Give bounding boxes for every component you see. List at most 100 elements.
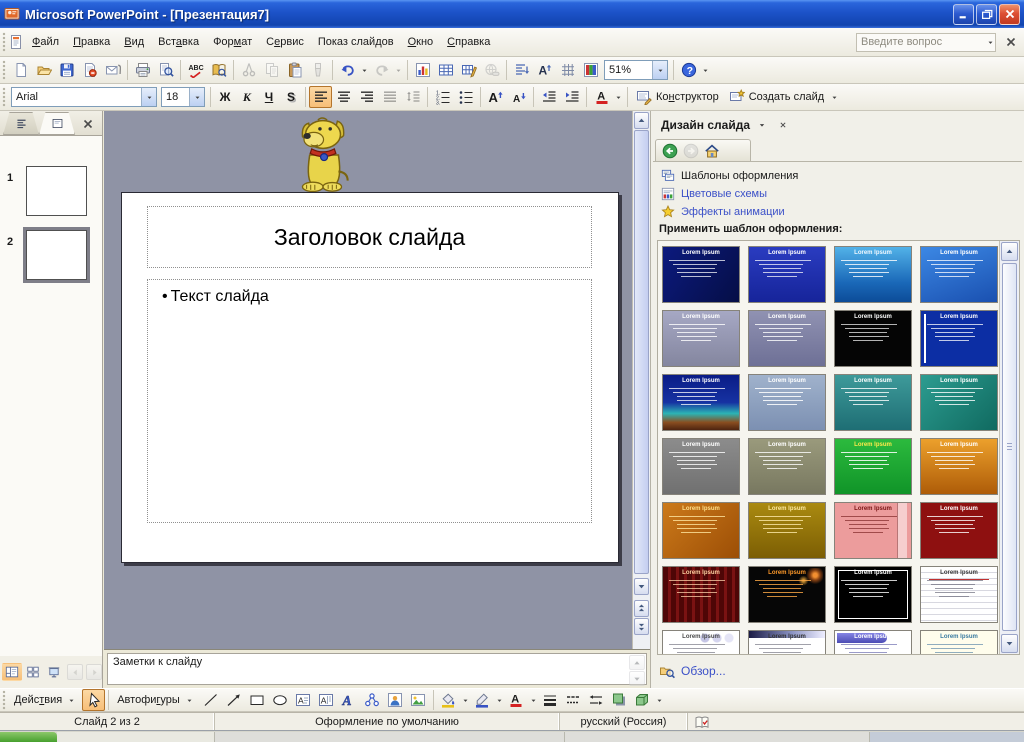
toolbar-grip[interactable] bbox=[2, 32, 6, 52]
decrease-indent-button[interactable] bbox=[537, 86, 560, 108]
line-button[interactable] bbox=[200, 689, 223, 711]
expand-all-button[interactable] bbox=[510, 59, 533, 81]
normal-view-button[interactable] bbox=[2, 663, 22, 681]
mail-recipient-button[interactable] bbox=[101, 59, 124, 81]
bold-button[interactable]: Ж bbox=[214, 86, 236, 108]
bullets-button[interactable] bbox=[454, 86, 477, 108]
rectangle-button[interactable] bbox=[246, 689, 269, 711]
body-placeholder[interactable]: • Текст слайда bbox=[147, 279, 592, 523]
diagram-button[interactable] bbox=[361, 689, 384, 711]
scroll-thumb[interactable] bbox=[634, 130, 649, 574]
start-button-edge[interactable] bbox=[0, 732, 57, 742]
vertical-text-box-button[interactable]: А bbox=[315, 689, 338, 711]
show-formatting-button[interactable]: А bbox=[533, 59, 556, 81]
question-box[interactable]: Введите вопрос bbox=[856, 32, 996, 52]
next-slide-button[interactable] bbox=[634, 618, 649, 635]
undo-dropdown[interactable] bbox=[359, 59, 370, 81]
slide-thumbnail-1[interactable] bbox=[26, 166, 87, 216]
design-template-thumbnail[interactable]: Lorem Ipsum bbox=[662, 438, 740, 495]
insert-chart-button[interactable] bbox=[411, 59, 434, 81]
line-style-button[interactable] bbox=[539, 689, 562, 711]
slide-show-button[interactable] bbox=[44, 663, 64, 681]
font-combobox[interactable]: Arial bbox=[11, 87, 157, 107]
font-size-combobox[interactable]: 18 bbox=[161, 87, 205, 107]
threed-style-button[interactable] bbox=[631, 689, 654, 711]
fill-color-button[interactable] bbox=[437, 689, 460, 711]
design-template-thumbnail[interactable]: Lorem Ipsum bbox=[834, 246, 912, 303]
document-close-button[interactable] bbox=[1002, 33, 1020, 51]
previous-slide-button[interactable] bbox=[634, 600, 649, 617]
gallery-scroll-up-button[interactable] bbox=[1001, 242, 1018, 261]
insert-table-button[interactable] bbox=[434, 59, 457, 81]
print-button[interactable] bbox=[131, 59, 154, 81]
slide-canvas[interactable]: Заголовок слайда • Текст слайда bbox=[121, 192, 619, 563]
gallery-scroll-down-button[interactable] bbox=[1001, 634, 1018, 653]
design-template-thumbnail[interactable]: Lorem Ipsum bbox=[920, 566, 998, 623]
slide-thumbnail-2[interactable] bbox=[23, 227, 90, 283]
zoom-dropdown[interactable] bbox=[652, 61, 667, 79]
browse-link[interactable]: Обзор... bbox=[659, 663, 726, 679]
taskbar-button[interactable] bbox=[215, 732, 565, 742]
design-template-thumbnail[interactable]: Lorem Ipsum bbox=[920, 438, 998, 495]
home-button[interactable] bbox=[702, 142, 721, 161]
fill-color-dropdown[interactable] bbox=[460, 689, 471, 711]
notes-input[interactable]: Заметки к слайду bbox=[107, 653, 647, 686]
question-dropdown[interactable] bbox=[986, 38, 995, 47]
autoshapes-dropdown[interactable] bbox=[184, 689, 195, 711]
menu-slideshow[interactable]: Показ слайдов bbox=[311, 32, 401, 52]
restore-button[interactable] bbox=[976, 3, 997, 25]
animation-effects-link[interactable]: Эффекты анимации bbox=[661, 203, 1018, 221]
design-template-thumbnail[interactable]: Lorem Ipsum bbox=[662, 374, 740, 431]
toolbar-options-button[interactable] bbox=[700, 59, 711, 81]
toolbar-options-button[interactable] bbox=[654, 689, 665, 711]
picture-button[interactable] bbox=[407, 689, 430, 711]
align-center-button[interactable] bbox=[332, 86, 355, 108]
draw-menu-dropdown[interactable] bbox=[66, 689, 77, 711]
menu-insert[interactable]: Вставка bbox=[151, 32, 206, 52]
new-button[interactable] bbox=[9, 59, 32, 81]
slide-design-button[interactable]: Конструктор bbox=[631, 86, 724, 108]
font-color-dropdown[interactable] bbox=[613, 86, 624, 108]
select-objects-button[interactable] bbox=[82, 689, 106, 711]
decrease-font-button[interactable]: A bbox=[507, 86, 530, 108]
menu-window[interactable]: Окно bbox=[401, 32, 441, 52]
design-template-thumbnail[interactable]: Lorem Ipsum bbox=[834, 630, 912, 654]
close-button[interactable] bbox=[999, 3, 1020, 25]
oval-button[interactable] bbox=[269, 689, 292, 711]
minimize-button[interactable] bbox=[953, 3, 974, 25]
taskbar-button[interactable] bbox=[565, 732, 870, 742]
back-button[interactable] bbox=[660, 142, 679, 161]
toolbar-grip[interactable] bbox=[2, 87, 6, 107]
increase-font-button[interactable]: A bbox=[484, 86, 507, 108]
design-template-thumbnail[interactable]: Lorem Ipsum bbox=[662, 246, 740, 303]
design-template-thumbnail[interactable]: Lorem Ipsum bbox=[834, 374, 912, 431]
menu-format[interactable]: Формат bbox=[206, 32, 259, 52]
design-template-thumbnail[interactable]: Lorem Ipsum bbox=[834, 438, 912, 495]
dog-clipart[interactable] bbox=[286, 116, 358, 193]
save-button[interactable] bbox=[55, 59, 78, 81]
new-slide-button[interactable]: Создать слайд bbox=[724, 86, 829, 108]
tab-outline[interactable] bbox=[3, 112, 39, 135]
increase-indent-button[interactable] bbox=[560, 86, 583, 108]
research-button[interactable] bbox=[207, 59, 230, 81]
font-color-button[interactable]: A bbox=[590, 86, 613, 108]
draw-font-color-dropdown[interactable] bbox=[528, 689, 539, 711]
design-template-thumbnail[interactable]: Lorem Ipsum bbox=[920, 246, 998, 303]
undo-button[interactable] bbox=[336, 59, 359, 81]
spelling-button[interactable]: ABC bbox=[184, 59, 207, 81]
title-placeholder[interactable]: Заголовок слайда bbox=[147, 206, 592, 268]
align-right-button[interactable] bbox=[355, 86, 378, 108]
design-template-thumbnail[interactable]: Lorem Ipsum bbox=[834, 566, 912, 623]
task-pane-dropdown[interactable] bbox=[753, 116, 771, 134]
design-template-thumbnail[interactable]: Lorem Ipsum bbox=[748, 438, 826, 495]
shadow-style-button[interactable] bbox=[608, 689, 631, 711]
show-grid-button[interactable] bbox=[556, 59, 579, 81]
design-template-thumbnail[interactable]: Lorem Ipsum bbox=[748, 502, 826, 559]
editor-scrollbar[interactable] bbox=[632, 111, 650, 649]
menu-edit[interactable]: Правка bbox=[66, 32, 117, 52]
design-template-thumbnail[interactable]: Lorem Ipsum bbox=[662, 630, 740, 654]
menu-view[interactable]: Вид bbox=[117, 32, 151, 52]
toolbar-grip[interactable] bbox=[2, 690, 6, 710]
design-template-thumbnail[interactable]: Lorem Ipsum bbox=[920, 374, 998, 431]
design-template-thumbnail[interactable]: Lorem Ipsum bbox=[920, 310, 998, 367]
